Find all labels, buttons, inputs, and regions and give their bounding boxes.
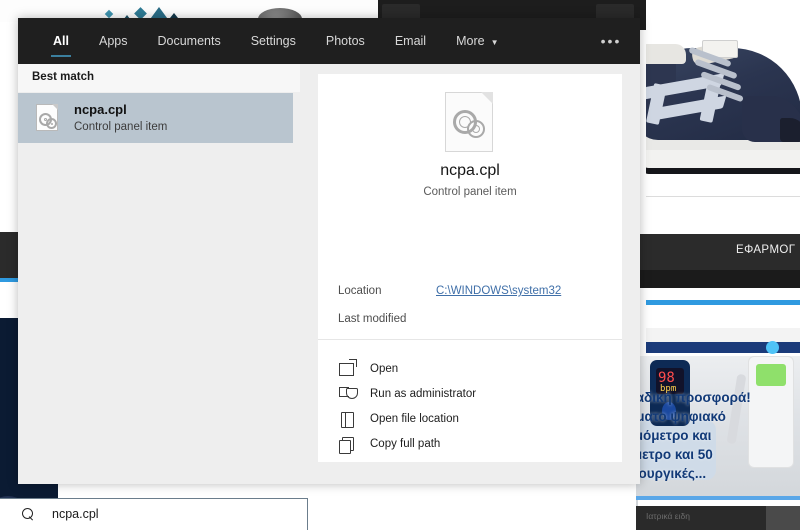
ad-text: οναδική προσφορά! ύρματο ψηφιακό ερμόμετ… xyxy=(636,388,800,483)
advertisement-banner[interactable]: 98 bpm οναδική προσφορά! ύρματο ψηφιακό … xyxy=(636,356,800,506)
ad-line-1: οναδική προσφορά! xyxy=(636,390,751,405)
preview-subtitle: Control panel item xyxy=(423,186,517,198)
tab-apps[interactable]: Apps xyxy=(84,18,143,64)
ad-line-2: ύρματο ψηφιακό xyxy=(636,409,726,424)
detail-value-location[interactable]: C:\WINDOWS\system32 xyxy=(436,285,561,297)
copy-icon xyxy=(338,435,358,454)
detail-key-location: Location xyxy=(338,285,382,297)
shield-admin-icon xyxy=(338,385,358,403)
tab-more-label: More xyxy=(456,34,485,48)
folder-open-icon xyxy=(338,410,358,428)
preview-card: ncpa.cpl Control panel item xyxy=(318,74,622,269)
search-filter-header: All Apps Documents Settings Photos Email xyxy=(18,18,640,64)
tab-more[interactable]: More ▼ xyxy=(441,18,513,64)
result-title: ncpa.cpl xyxy=(74,101,127,117)
action-copy-full-path[interactable]: Copy full path xyxy=(318,431,622,456)
preview-details: Location C:\WINDOWS\system32 Last modifi… xyxy=(318,269,622,339)
best-match-header: Best match xyxy=(18,64,300,92)
preview-pane: ncpa.cpl Control panel item Location C:\… xyxy=(300,64,640,484)
result-item-ncpa-cpl[interactable]: ncpa.cpl Control panel item xyxy=(18,93,293,143)
action-copy-full-path-label: Copy full path xyxy=(370,437,441,450)
results-list-pane: Best match ncpa.cpl Control panel item xyxy=(18,64,300,484)
tab-email-label: Email xyxy=(394,34,427,48)
page-divider xyxy=(646,196,800,197)
tab-all[interactable]: All xyxy=(38,18,84,64)
best-match-label: Best match xyxy=(32,71,94,83)
ellipsis-icon[interactable]: ••• xyxy=(598,32,624,50)
action-open-label: Open xyxy=(370,362,399,375)
tab-documents-label: Documents xyxy=(157,34,221,48)
nav-item-apps[interactable]: ΕΦΑΡΜΟΓ xyxy=(736,244,796,256)
detail-key-last-modified: Last modified xyxy=(338,313,407,325)
chevron-down-icon: ▼ xyxy=(490,37,499,47)
action-run-as-administrator-label: Run as administrator xyxy=(370,387,477,400)
search-icon xyxy=(22,508,35,521)
tab-documents[interactable]: Documents xyxy=(142,18,235,64)
open-external-icon xyxy=(338,360,358,378)
preview-title: ncpa.cpl xyxy=(440,162,500,179)
action-open-file-location-label: Open file location xyxy=(370,412,459,425)
action-open-file-location[interactable]: Open file location xyxy=(318,406,622,431)
start-search-panel: All Apps Documents Settings Photos Email xyxy=(18,18,640,484)
tab-email[interactable]: Email xyxy=(380,18,441,64)
taskbar-search-box[interactable]: ncpa.cpl xyxy=(0,498,308,530)
action-run-as-administrator[interactable]: Run as administrator xyxy=(318,381,622,406)
ad-line-4: ξύμετρο και 50 xyxy=(636,447,713,462)
search-input[interactable]: ncpa.cpl xyxy=(52,507,99,521)
tab-photos[interactable]: Photos xyxy=(311,18,380,64)
control-panel-file-icon-large xyxy=(445,92,495,152)
tab-settings[interactable]: Settings xyxy=(236,18,311,64)
result-subtitle: Control panel item xyxy=(74,120,168,133)
tab-settings-label: Settings xyxy=(250,34,296,48)
preview-actions: Open Run as administrator Open file loca… xyxy=(318,340,622,462)
ad-line-3: ερμόμετρο και xyxy=(636,428,712,443)
screen: LET – MINI PC ▾ ΕΦΑΡΜΟΓ 98 bpm οναδική π… xyxy=(0,0,800,530)
tab-photos-label: Photos xyxy=(325,34,365,48)
page-gray-strip xyxy=(646,328,800,342)
search-results-body: Best match ncpa.cpl Control panel item n… xyxy=(18,64,640,484)
carousel-dot[interactable] xyxy=(766,341,779,354)
filter-tabs: All Apps Documents Settings Photos Email xyxy=(38,18,513,64)
control-panel-file-icon xyxy=(36,104,60,132)
ad-footer-text: Ιατρικά ειδη xyxy=(646,511,690,521)
action-open[interactable]: Open xyxy=(318,356,622,381)
product-photo-sneaker xyxy=(646,0,800,240)
tab-all-label: All xyxy=(53,34,69,48)
tab-apps-label: Apps xyxy=(98,34,128,48)
ad-line-5: ειρουργικές... xyxy=(636,466,707,481)
ad-footer-right xyxy=(766,506,800,530)
